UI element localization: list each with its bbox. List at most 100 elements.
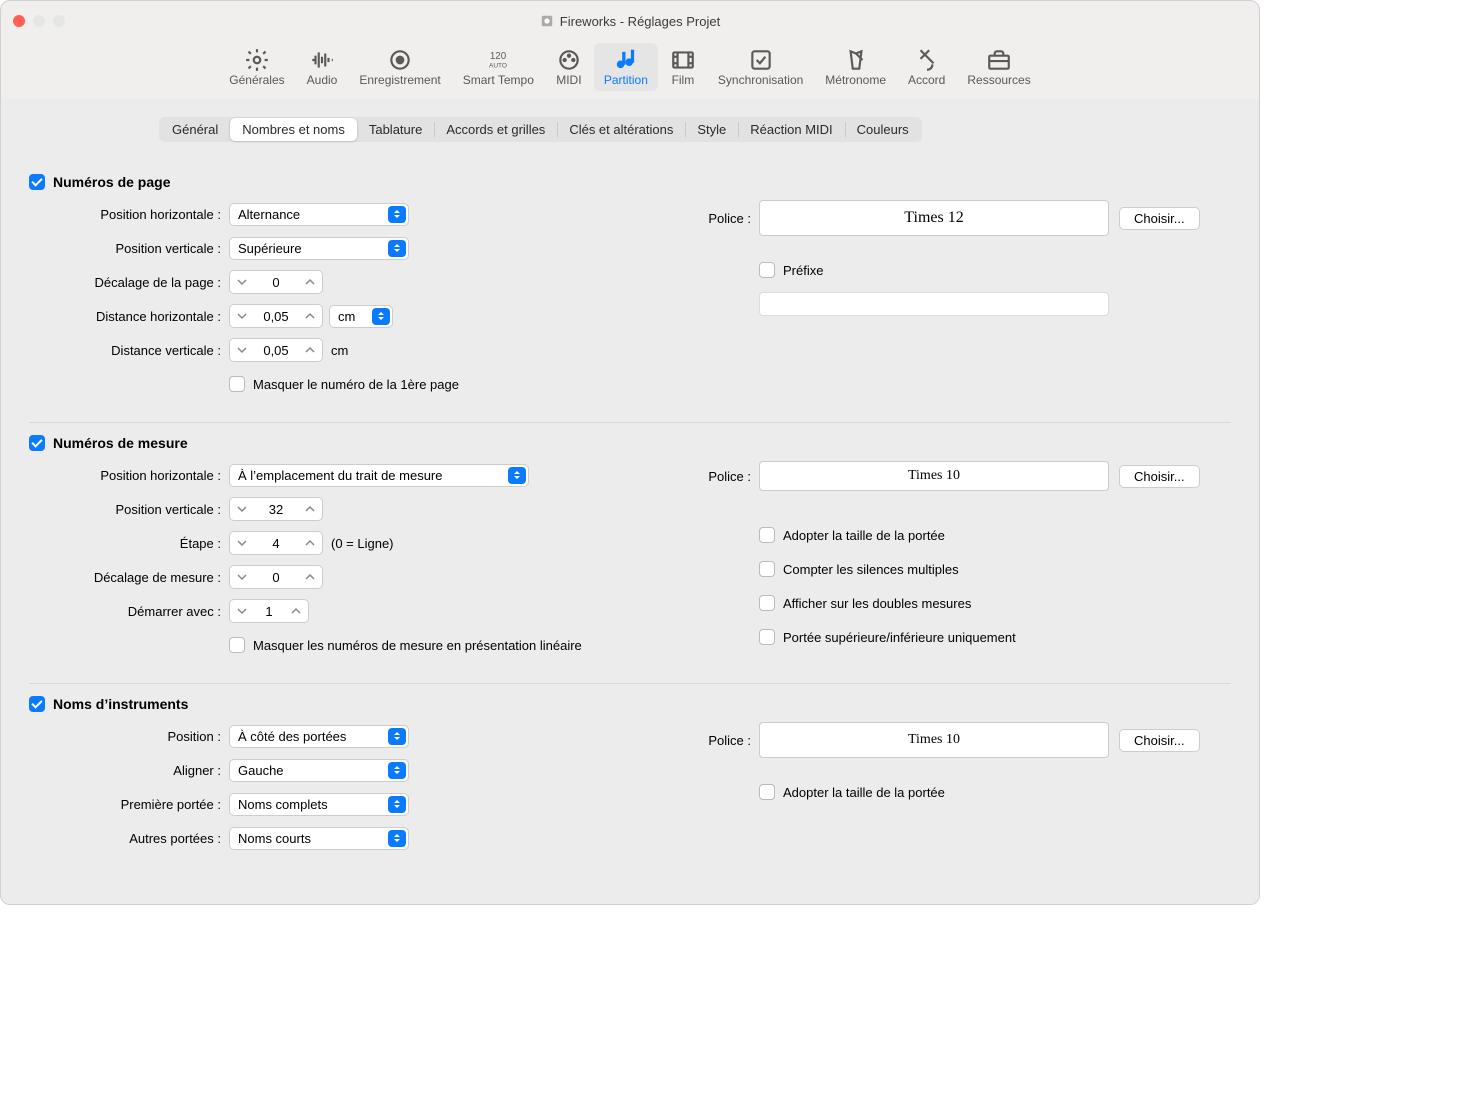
titlebar: Fireworks - Réglages Projet	[1, 1, 1259, 41]
select-value: À l’emplacement du trait de mesure	[238, 468, 442, 483]
step-hint: (0 = Ligne)	[331, 536, 394, 551]
bar-vpos-stepper[interactable]: 32	[229, 497, 323, 521]
midi-icon	[556, 47, 582, 73]
chevron-down-icon[interactable]	[230, 606, 254, 616]
toolbar-label: Synchronisation	[718, 73, 803, 87]
adopt-size-checkbox[interactable]	[759, 527, 775, 543]
select-value: Gauche	[238, 763, 284, 778]
vdist-stepper[interactable]: 0,05	[229, 338, 323, 362]
start-with-stepper[interactable]: 1	[229, 599, 309, 623]
step-stepper[interactable]: 4	[229, 531, 323, 555]
hide-linear-checkbox[interactable]	[229, 637, 245, 653]
chevron-up-icon[interactable]	[298, 538, 322, 548]
first-staff-label: Première portée :	[29, 797, 229, 812]
chevron-updown-icon	[388, 830, 406, 847]
count-rests-label: Compter les silences multiples	[783, 562, 959, 577]
page-numbers-checkbox[interactable]	[29, 174, 45, 190]
subtab-general[interactable]: Général	[160, 118, 230, 141]
choose-font-button[interactable]: Choisir...	[1119, 729, 1200, 752]
subtab-accords-grilles[interactable]: Accords et grilles	[434, 118, 557, 141]
select-value: Supérieure	[238, 241, 302, 256]
page-offset-stepper[interactable]: 0	[229, 270, 323, 294]
other-staves-select[interactable]: Noms courts	[229, 827, 409, 850]
chevron-updown-icon	[508, 467, 526, 484]
chevron-down-icon[interactable]	[230, 504, 254, 514]
toolbar-smart-tempo[interactable]: 120AUTO Smart Tempo	[453, 43, 544, 91]
prefix-checkbox[interactable]	[759, 262, 775, 278]
main-toolbar: Générales Audio Enregistrement 120AUTO S…	[1, 41, 1259, 99]
inst-align-select[interactable]: Gauche	[229, 759, 409, 782]
show-double-checkbox[interactable]	[759, 595, 775, 611]
bar-numbers-checkbox[interactable]	[29, 435, 45, 451]
first-staff-select[interactable]: Noms complets	[229, 793, 409, 816]
count-rests-checkbox[interactable]	[759, 561, 775, 577]
chevron-up-icon[interactable]	[298, 572, 322, 582]
select-value: Noms complets	[238, 797, 328, 812]
stepper-value: 4	[254, 536, 298, 551]
hide-linear-label: Masquer les numéros de mesure en présent…	[253, 638, 582, 653]
hpos-select[interactable]: Alternance	[229, 203, 409, 226]
hdist-stepper[interactable]: 0,05	[229, 304, 323, 328]
chevron-up-icon[interactable]	[298, 504, 322, 514]
subtab-tablature[interactable]: Tablature	[357, 118, 434, 141]
toolbar-accord[interactable]: Accord	[898, 43, 955, 91]
font-label: Police :	[689, 469, 759, 484]
prefix-input[interactable]	[759, 292, 1109, 316]
tempo-icon: 120AUTO	[485, 47, 511, 73]
select-value: À côté des portées	[238, 729, 346, 744]
subtab-nombres-noms[interactable]: Nombres et noms	[230, 118, 357, 141]
select-value: cm	[338, 309, 355, 324]
toolbar-label: Film	[672, 73, 695, 87]
toolbar-partition[interactable]: Partition	[594, 43, 658, 91]
chevron-down-icon[interactable]	[230, 345, 254, 355]
stepper-value: 32	[254, 502, 298, 517]
chevron-down-icon[interactable]	[230, 572, 254, 582]
bar-hpos-select[interactable]: À l’emplacement du trait de mesure	[229, 464, 529, 487]
vpos-select[interactable]: Supérieure	[229, 237, 409, 260]
unit-select[interactable]: cm	[329, 305, 393, 328]
inst-pos-label: Position :	[29, 729, 229, 744]
section-title: Numéros de page	[53, 174, 170, 190]
tuning-icon	[914, 47, 940, 73]
instrument-names-checkbox[interactable]	[29, 696, 45, 712]
hdist-label: Distance horizontale :	[29, 309, 229, 324]
step-label: Étape :	[29, 536, 229, 551]
font-label: Police :	[689, 211, 759, 226]
bar-offset-stepper[interactable]: 0	[229, 565, 323, 589]
chevron-down-icon[interactable]	[230, 538, 254, 548]
toolbar-audio[interactable]: Audio	[297, 43, 348, 91]
chevron-up-icon[interactable]	[298, 345, 322, 355]
chevron-updown-icon	[388, 728, 406, 745]
subtab-style[interactable]: Style	[685, 118, 738, 141]
toolbar-generales[interactable]: Générales	[219, 43, 294, 91]
bar-offset-label: Décalage de mesure :	[29, 570, 229, 585]
section-title: Noms d’instruments	[53, 696, 188, 712]
top-bottom-checkbox[interactable]	[759, 629, 775, 645]
chevron-down-icon[interactable]	[230, 277, 254, 287]
subtab-couleurs[interactable]: Couleurs	[845, 118, 921, 141]
choose-font-button[interactable]: Choisir...	[1119, 207, 1200, 230]
toolbar-midi[interactable]: MIDI	[546, 43, 592, 91]
chevron-updown-icon	[388, 240, 406, 257]
select-value: Noms courts	[238, 831, 311, 846]
toolbar-metronome[interactable]: Métronome	[815, 43, 896, 91]
hide-first-page-checkbox[interactable]	[229, 376, 245, 392]
inst-adopt-size-checkbox[interactable]	[759, 784, 775, 800]
svg-text:120: 120	[490, 51, 507, 62]
toolbar-film[interactable]: Film	[660, 43, 706, 91]
toolbar-synchronisation[interactable]: Synchronisation	[708, 43, 813, 91]
chevron-down-icon[interactable]	[230, 311, 254, 321]
inst-pos-select[interactable]: À côté des portées	[229, 725, 409, 748]
toolbar-enregistrement[interactable]: Enregistrement	[349, 43, 450, 91]
chevron-up-icon[interactable]	[298, 311, 322, 321]
font-label: Police :	[689, 733, 759, 748]
choose-font-button[interactable]: Choisir...	[1119, 465, 1200, 488]
bar-vpos-label: Position verticale :	[29, 502, 229, 517]
window: Fireworks - Réglages Projet Générales Au…	[0, 0, 1260, 905]
toolbar-ressources[interactable]: Ressources	[957, 43, 1040, 91]
chevron-up-icon[interactable]	[284, 606, 308, 616]
font-preview: Times 10	[759, 461, 1109, 491]
subtab-reaction-midi[interactable]: Réaction MIDI	[738, 118, 844, 141]
chevron-up-icon[interactable]	[298, 277, 322, 287]
subtab-cles-alterations[interactable]: Clés et altérations	[557, 118, 685, 141]
